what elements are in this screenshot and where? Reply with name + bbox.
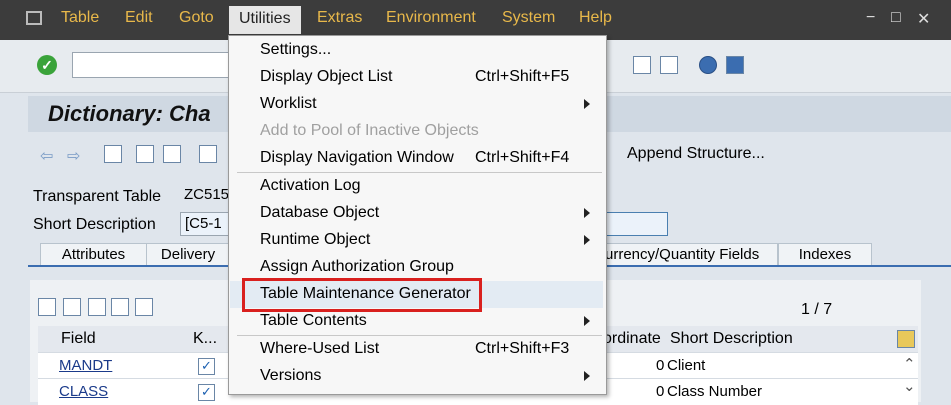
ordinate-cell: 0	[656, 357, 665, 374]
menu-item-add-to-pool: Add to Pool of Inactive Objects	[260, 122, 479, 139]
menu-separator	[237, 172, 602, 173]
append-structure-button[interactable]: Append Structure...	[627, 145, 765, 163]
short-description-label: Short Description	[33, 216, 156, 233]
tab-currency-quantity-fields[interactable]: urrency/Quantity Fields	[604, 243, 778, 266]
transparent-table-label: Transparent Table	[33, 188, 162, 205]
submenu-arrow-icon	[584, 235, 590, 245]
menu-item-runtime-object[interactable]: Runtime Object	[260, 231, 370, 249]
description-cell: Client	[667, 357, 706, 374]
help-icon[interactable]	[699, 56, 717, 74]
copy-icon[interactable]	[63, 298, 81, 316]
app-menu-icon[interactable]	[26, 11, 42, 25]
table-name-field[interactable]: ZC515	[180, 184, 230, 208]
tab-attributes[interactable]: Attributes	[40, 243, 147, 266]
menu-item-display-navigation-window[interactable]: Display Navigation Window	[260, 149, 454, 167]
menu-system[interactable]: System	[502, 9, 555, 27]
submenu-arrow-icon	[584, 208, 590, 218]
menu-item-versions[interactable]: Versions	[260, 367, 321, 385]
menu-utilities[interactable]: Utilities	[229, 6, 301, 34]
insert-row-icon[interactable]	[111, 298, 129, 316]
menu-item-worklist[interactable]: Worklist	[260, 95, 317, 113]
submenu-arrow-icon	[584, 99, 590, 109]
where-used-icon[interactable]	[199, 145, 217, 163]
short-description-field[interactable]: [C5-1	[180, 212, 230, 236]
display-change-icon[interactable]	[104, 145, 122, 163]
cut-icon[interactable]	[38, 298, 56, 316]
scroll-up-icon[interactable]: ⌃	[903, 355, 916, 373]
page-title: Dictionary: Cha	[48, 101, 211, 126]
menu-goto[interactable]: Goto	[179, 9, 214, 27]
page-indicator: 1 / 7	[801, 301, 833, 318]
check-icon[interactable]	[136, 145, 154, 163]
shortcut-where-used-list: Ctrl+Shift+F3	[475, 340, 570, 357]
menu-item-activation-log[interactable]: Activation Log	[260, 177, 361, 195]
menu-item-table-contents[interactable]: Table Contents	[260, 312, 367, 330]
paste-icon[interactable]	[88, 298, 106, 316]
menu-item-where-used-list[interactable]: Where-Used List	[260, 340, 379, 358]
short-description-field-tail[interactable]	[604, 212, 668, 236]
shortcut-display-navigation-window: Ctrl+Shift+F4	[475, 149, 570, 166]
shortcut-display-object-list: Ctrl+Shift+F5	[475, 68, 570, 85]
menu-separator	[237, 335, 602, 336]
column-short-description[interactable]: Short Description	[670, 330, 793, 348]
menu-table[interactable]: Table	[61, 9, 99, 27]
tab-delivery[interactable]: Delivery	[146, 243, 230, 266]
column-key[interactable]: K...	[193, 330, 217, 348]
description-cell: Class Number	[667, 383, 763, 400]
submenu-arrow-icon	[584, 316, 590, 326]
field-name-cell[interactable]: MANDT	[59, 357, 112, 374]
shortcut-icon[interactable]	[660, 56, 678, 74]
maximize-icon[interactable]: □	[891, 9, 901, 27]
ordinate-cell: 0	[656, 383, 665, 400]
scroll-down-icon[interactable]: ⌄	[903, 377, 916, 395]
column-field[interactable]: Field	[61, 330, 96, 348]
key-checkbox[interactable]: ✓	[198, 384, 215, 401]
menu-item-database-object[interactable]: Database Object	[260, 204, 379, 222]
close-icon[interactable]: ✕	[917, 9, 930, 29]
layout-menu-icon[interactable]	[726, 56, 744, 74]
menu-item-assign-authorization-group[interactable]: Assign Authorization Group	[260, 258, 454, 276]
menu-extras[interactable]: Extras	[317, 9, 362, 27]
column-settings-icon[interactable]	[897, 330, 915, 348]
menu-environment[interactable]: Environment	[386, 9, 476, 27]
menu-bar: Table Edit Goto Utilities Extras Environ…	[0, 0, 951, 40]
tab-indexes[interactable]: Indexes	[778, 243, 872, 266]
submenu-arrow-icon	[584, 371, 590, 381]
activate-icon[interactable]	[163, 145, 181, 163]
enter-check-icon[interactable]: ✓	[37, 55, 57, 75]
menu-item-display-object-list[interactable]: Display Object List	[260, 68, 393, 86]
back-arrow-icon[interactable]: ⇦	[40, 146, 58, 165]
forward-arrow-icon[interactable]: ⇨	[67, 146, 85, 165]
menu-item-settings[interactable]: Settings...	[260, 41, 331, 59]
delete-row-icon[interactable]	[135, 298, 153, 316]
minimize-icon[interactable]: −	[866, 9, 875, 27]
red-highlight-box	[242, 278, 482, 312]
menu-help[interactable]: Help	[579, 9, 612, 27]
column-ordinate[interactable]: ordinate	[603, 330, 661, 348]
command-field[interactable]	[72, 52, 234, 78]
menu-edit[interactable]: Edit	[125, 9, 153, 27]
create-session-icon[interactable]	[633, 56, 651, 74]
key-checkbox[interactable]: ✓	[198, 358, 215, 375]
field-name-cell[interactable]: CLASS	[59, 383, 108, 400]
